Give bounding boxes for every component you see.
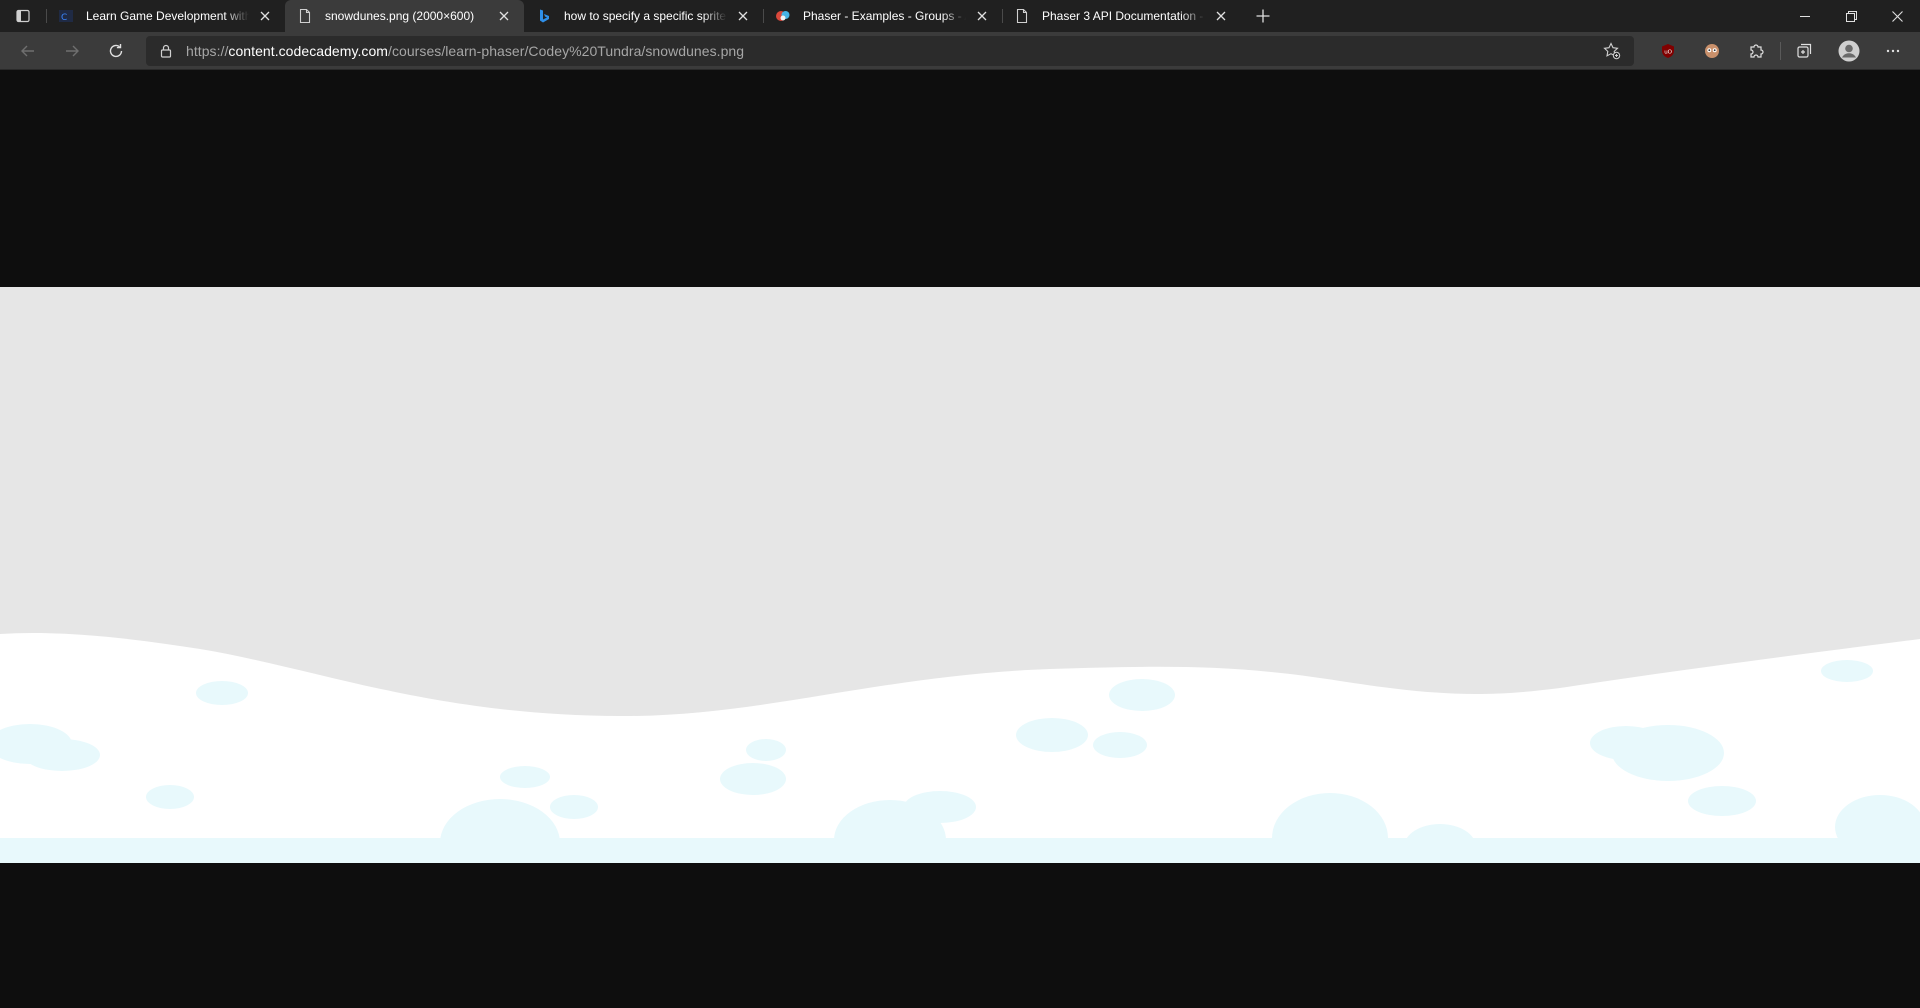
close-icon[interactable] xyxy=(1211,6,1231,26)
image-viewer xyxy=(0,71,1920,1008)
codecademy-icon: C xyxy=(58,8,74,24)
lock-icon[interactable] xyxy=(158,43,174,59)
restore-icon xyxy=(1845,10,1857,22)
close-icon[interactable] xyxy=(255,6,275,26)
minimize-icon xyxy=(1800,16,1810,17)
restore-button[interactable] xyxy=(1828,0,1874,32)
settings-more-button[interactable] xyxy=(1871,36,1915,66)
extensions-puzzle-icon xyxy=(1750,43,1764,58)
star-add-icon xyxy=(1603,41,1621,59)
toolbar-separator xyxy=(1780,41,1781,60)
address-bar[interactable]: https://content.codecademy.com/courses/l… xyxy=(146,35,1634,66)
close-icon[interactable] xyxy=(972,6,992,26)
forward-arrow-icon xyxy=(66,45,79,56)
plus-icon xyxy=(1256,9,1270,23)
tab-title: how to specify a specific sprite in xyxy=(564,9,727,23)
tab-actions-icon xyxy=(16,9,30,23)
minimize-button[interactable] xyxy=(1782,0,1828,32)
back-button[interactable] xyxy=(10,36,46,66)
back-arrow-icon xyxy=(21,45,34,56)
face-extension-button[interactable] xyxy=(1690,36,1734,66)
forward-button[interactable] xyxy=(54,36,90,66)
refresh-icon xyxy=(109,43,123,57)
ublock-button[interactable]: uO xyxy=(1646,36,1690,66)
page-icon xyxy=(297,8,313,24)
profile-button[interactable] xyxy=(1827,36,1871,66)
collections-button[interactable] xyxy=(1783,36,1827,66)
add-favorite-button[interactable] xyxy=(1598,37,1626,65)
tab-strip: C Learn Game Development with P snowdune… xyxy=(0,0,1920,32)
ice-strip xyxy=(0,838,1920,863)
phaser-icon xyxy=(775,8,791,24)
tab-title: Learn Game Development with P xyxy=(86,9,249,23)
tab-title: Phaser 3 API Documentation - C xyxy=(1042,9,1205,23)
close-window-button[interactable] xyxy=(1874,0,1920,32)
window-controls xyxy=(1782,0,1920,32)
new-tab-button[interactable] xyxy=(1245,0,1281,32)
page-icon xyxy=(1014,8,1030,24)
close-icon xyxy=(1891,10,1903,22)
refresh-button[interactable] xyxy=(98,36,134,66)
tab-phaser-docs[interactable]: Phaser 3 API Documentation - C xyxy=(1002,0,1241,32)
tab-title: Phaser - Examples - Groups - Ad xyxy=(803,9,966,23)
svg-text:uO: uO xyxy=(1664,49,1672,55)
url-host: content.codecademy.com xyxy=(228,42,389,59)
url-path: /courses/learn-phaser/Codey%20Tundra/sno… xyxy=(388,42,745,59)
face-extension-icon xyxy=(1705,43,1719,58)
extensions-area: uO xyxy=(1646,36,1915,66)
navigation-toolbar: https://content.codecademy.com/courses/l… xyxy=(0,32,1920,70)
extensions-button[interactable] xyxy=(1734,36,1778,66)
tab-phaser-examples[interactable]: Phaser - Examples - Groups - Ad xyxy=(763,0,1002,32)
url-scheme: https:// xyxy=(186,42,229,59)
more-menu-icon xyxy=(1886,49,1900,52)
tab-title: snowdunes.png (2000×600) xyxy=(325,9,475,23)
profile-avatar-icon xyxy=(1838,40,1860,61)
close-icon[interactable] xyxy=(733,6,753,26)
snowdunes-image[interactable] xyxy=(0,287,1920,863)
close-icon[interactable] xyxy=(494,6,514,26)
tab-learn-game-dev[interactable]: C Learn Game Development with P xyxy=(46,0,285,32)
url-text: https://content.codecademy.com/courses/l… xyxy=(186,43,744,59)
ublock-icon: uO xyxy=(1662,43,1674,58)
tab-snowdunes[interactable]: snowdunes.png (2000×600) xyxy=(285,0,524,32)
tab-actions-button[interactable] xyxy=(0,0,46,32)
collections-icon xyxy=(1797,43,1812,58)
bing-icon xyxy=(536,8,552,24)
tab-bing-search[interactable]: how to specify a specific sprite in xyxy=(524,0,763,32)
svg-text:C: C xyxy=(61,13,67,23)
